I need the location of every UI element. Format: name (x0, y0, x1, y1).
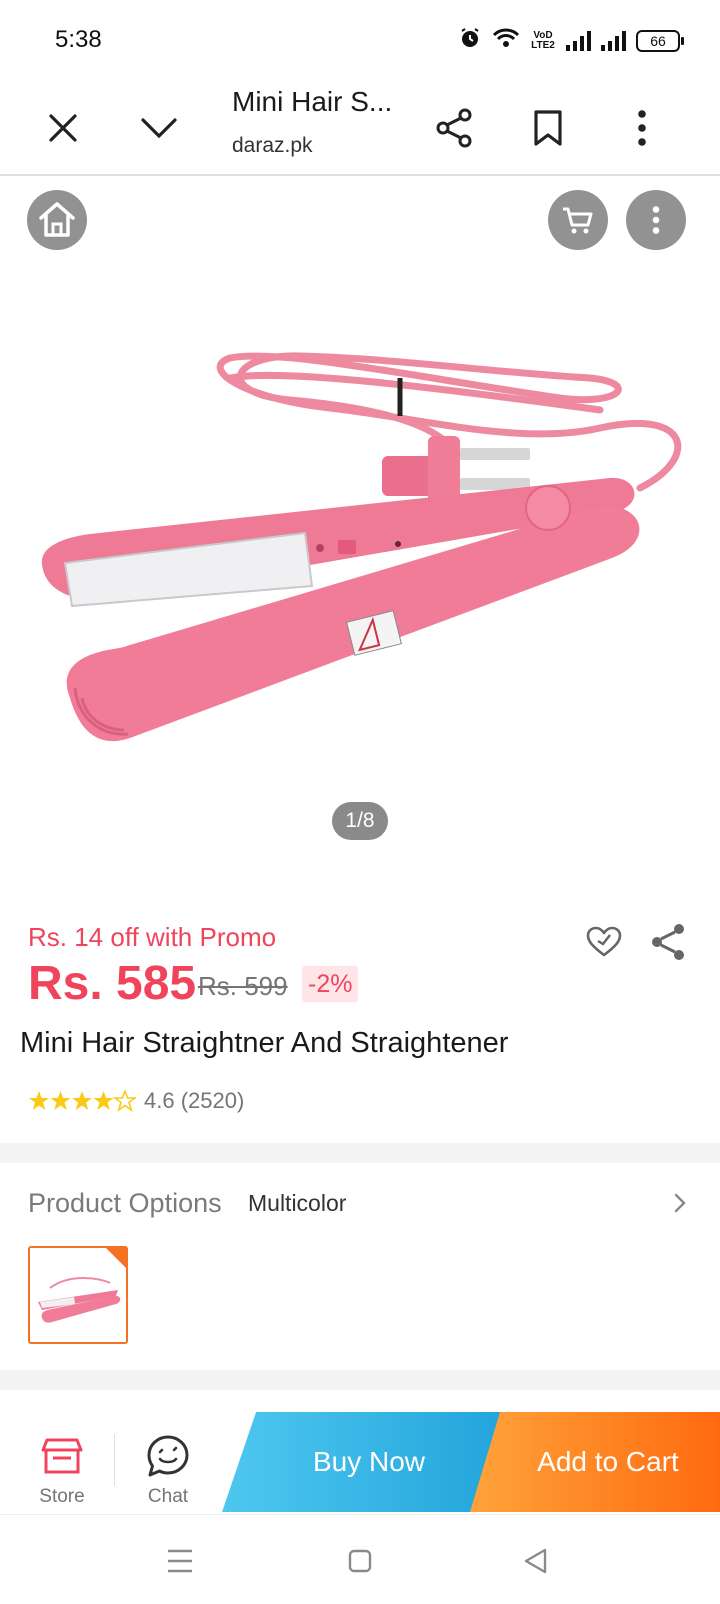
promo-text[interactable]: Rs. 14 off with Promo (28, 922, 276, 953)
current-price: Rs. 585 (28, 957, 197, 1010)
home-square-icon (348, 1549, 372, 1573)
discount-badge: -2% (302, 966, 359, 1002)
section-divider (0, 1370, 720, 1390)
status-bar: 5:38 VoD LTE2 66 (0, 0, 720, 80)
battery-icon: 66 (636, 29, 684, 52)
buy-now-button[interactable]: Buy Now (222, 1412, 506, 1512)
wishlist-button[interactable] (580, 918, 628, 966)
product-gallery[interactable]: 1/8 (0, 178, 720, 868)
section-divider (0, 1143, 720, 1163)
status-icons: VoD LTE2 66 (458, 26, 684, 55)
chat-button[interactable]: Chat (128, 1412, 208, 1514)
collapse-button[interactable] (127, 96, 191, 160)
back-triangle-icon (524, 1548, 547, 1574)
rating-text: 4.6 (2520) (144, 1088, 245, 1113)
close-button[interactable] (31, 96, 95, 160)
options-label: Product Options (28, 1188, 222, 1218)
chat-icon (147, 1435, 189, 1477)
star-rating-icon (28, 1090, 136, 1112)
share-icon (652, 924, 684, 960)
product-image (41, 352, 682, 742)
page-url: daraz.pk (232, 134, 313, 157)
bottom-action-bar: Store Chat Buy Now Add to Cart (0, 1412, 720, 1514)
selected-corner-badge (106, 1248, 126, 1268)
options-value[interactable]: Multicolor (248, 1190, 346, 1217)
original-price: Rs. 599 (198, 971, 288, 1001)
action-divider (114, 1434, 115, 1486)
heart-icon (586, 926, 622, 957)
back-system-button[interactable] (514, 1539, 558, 1583)
store-label: Store (39, 1486, 85, 1507)
share-product-button[interactable] (644, 918, 692, 966)
add-to-cart-button[interactable]: Add to Cart (470, 1412, 720, 1512)
image-pager: 1/8 (332, 802, 388, 840)
page-title: Mini Hair S... (232, 86, 393, 117)
system-nav-bar (0, 1514, 720, 1604)
browser-menu-button[interactable] (610, 96, 674, 160)
share-icon (436, 108, 472, 148)
bookmark-button[interactable] (516, 96, 580, 160)
wifi-icon (492, 27, 520, 54)
recent-apps-button[interactable] (158, 1539, 202, 1583)
menu-icon (168, 1549, 192, 1573)
battery-level: 66 (650, 32, 666, 49)
store-button[interactable]: Store (22, 1412, 102, 1514)
signal-icon-1 (566, 30, 591, 51)
close-icon (49, 114, 77, 142)
store-icon (41, 1438, 83, 1474)
status-time: 5:38 (55, 26, 102, 53)
bookmark-icon (534, 110, 562, 146)
alarm-icon (458, 26, 482, 55)
share-page-button[interactable] (422, 96, 486, 160)
signal-icon-2 (601, 30, 626, 51)
chat-label: Chat (147, 1486, 189, 1507)
chevron-right-icon (674, 1193, 686, 1213)
more-vertical-icon (638, 110, 646, 146)
chevron-down-icon (141, 118, 177, 138)
volte-label: VoD LTE2 (531, 29, 555, 51)
product-title: Mini Hair Straightner And Straightener (20, 1027, 509, 1059)
options-expand-button[interactable] (668, 1188, 692, 1218)
option-thumbnail[interactable] (28, 1246, 128, 1344)
rating-summary[interactable]: 4.6 (2520) (28, 1088, 244, 1114)
home-system-button[interactable] (338, 1539, 382, 1583)
